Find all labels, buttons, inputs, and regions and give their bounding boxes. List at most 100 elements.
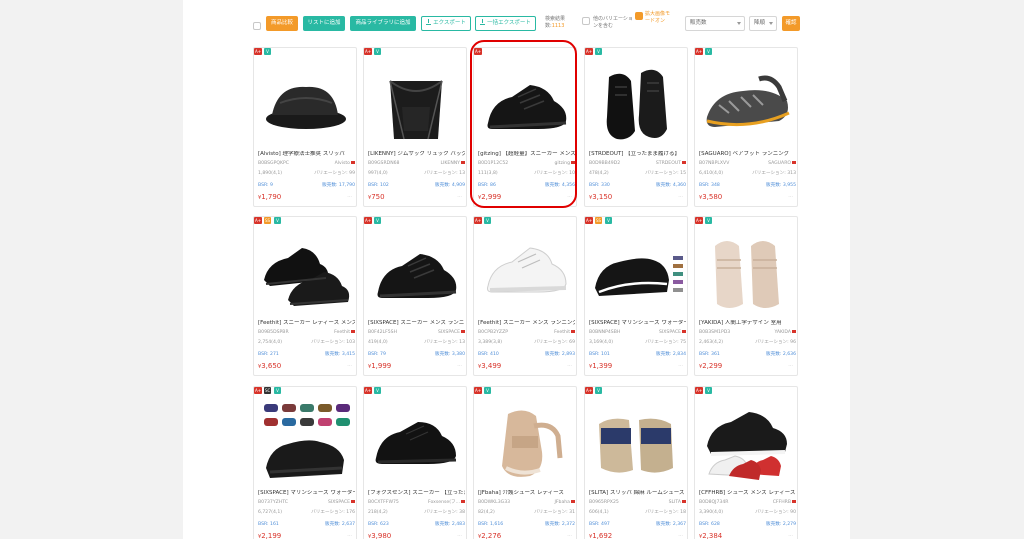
more-icon[interactable]: ··· xyxy=(678,363,683,369)
more-icon[interactable]: ··· xyxy=(788,363,793,369)
more-icon[interactable]: ··· xyxy=(567,533,572,539)
order-select[interactable]: 降順 xyxy=(749,16,777,31)
product-card[interactable]: A+ V [SAGUARO] ベアフット ランニング B07NBPLXVV SAGUAR… xyxy=(694,47,798,207)
product-title[interactable]: [Feethit] スニーカー メンズ ランニング xyxy=(478,320,575,327)
more-icon[interactable]: ··· xyxy=(347,194,352,200)
product-card[interactable]: A+ SS V [SIXSPACE] マリンシューズ ウォーター B0BNNP4SBH S… xyxy=(584,216,688,376)
product-image[interactable] xyxy=(589,396,685,486)
product-card[interactable]: A+ V [SLITA] スリッパ 綿麻 ルームシューズ B0965RPX25 SLIT… xyxy=(584,386,688,539)
product-image[interactable] xyxy=(589,226,685,316)
more-icon[interactable]: ··· xyxy=(678,194,683,200)
select-all-checkbox[interactable] xyxy=(253,22,261,30)
brand: Feethit xyxy=(334,330,350,335)
rating-row: 3,390(4,0) バリエーション: 90 xyxy=(699,509,796,516)
product-title[interactable]: [STRDEOUT] 【立ったまま履ける】 xyxy=(589,151,686,158)
product-card[interactable]: A+ V [Feethit] スニーカー メンズ ランニング B0CPB2YZZP Fe… xyxy=(473,216,577,376)
badge: SS xyxy=(264,217,272,224)
badge: SC xyxy=(264,387,272,394)
asin-row: B0CPB2YZZP Feethit xyxy=(478,329,575,336)
badge: A+ xyxy=(695,387,704,394)
product-image[interactable] xyxy=(258,226,354,316)
include-variations-checkbox[interactable] xyxy=(582,17,590,25)
price: ¥3,580 xyxy=(699,193,723,201)
product-card[interactable]: A+ V [SIXSPACE] スニーカー メンズ ランニング B0F42LF5SH S… xyxy=(363,216,467,376)
product-image[interactable] xyxy=(478,226,574,316)
price: ¥1,790 xyxy=(258,193,282,201)
product-title[interactable]: [フォクスセンス] スニーカー 【立ったまま】 xyxy=(368,490,465,497)
more-icon[interactable]: ··· xyxy=(457,533,462,539)
badge: A+ xyxy=(254,48,263,55)
product-card[interactable]: A+ V [Alvisto] 理学療法士推奨 スリッパ B0BSGPQKPC Alvis… xyxy=(253,47,357,207)
flag-icon xyxy=(682,330,686,333)
flag-icon xyxy=(792,330,796,333)
product-title[interactable]: [SIXSPACE] マリンシューズ ウォーター xyxy=(258,490,355,497)
more-icon[interactable]: ··· xyxy=(347,533,352,539)
product-title[interactable]: [Alvisto] 理学療法士推奨 スリッパ xyxy=(258,151,355,158)
product-image[interactable] xyxy=(478,396,574,486)
product-image[interactable] xyxy=(258,57,354,147)
product-image[interactable] xyxy=(699,57,795,147)
product-card[interactable]: A+V [フォクスセンス] スニーカー 【立ったまま】 B0CXTFFW75 Foxs… xyxy=(363,386,467,539)
rating: 2,754(4,0) xyxy=(258,340,283,345)
product-image[interactable] xyxy=(368,226,464,316)
flag-icon xyxy=(461,161,465,164)
brand: STRDEOUT xyxy=(655,161,681,166)
product-title[interactable]: [SIXSPACE] スニーカー メンズ ランニング xyxy=(368,320,465,327)
sort-select[interactable]: 販売数 xyxy=(685,16,745,31)
product-image[interactable] xyxy=(699,396,795,486)
product-card[interactable]: A+ V [LIKENNY] ジムサック リュック バッグ B09GSRDN68 LIK… xyxy=(363,47,467,207)
confirm-button[interactable]: 確認 xyxy=(782,16,800,31)
bulk-export-button[interactable]: 一括エクスポート xyxy=(475,16,536,31)
product-card[interactable]: A+ V [CFFHRB] シューズ メンズ レディース B0D8QJ734R CFFH… xyxy=(694,386,798,539)
compare-button[interactable]: 商品比較 xyxy=(266,16,298,31)
price: ¥2,384 xyxy=(699,532,723,539)
product-image[interactable] xyxy=(368,57,464,147)
product-title[interactable]: [SIXSPACE] マリンシューズ ウォーター xyxy=(589,320,686,327)
more-icon[interactable]: ··· xyxy=(788,533,793,539)
product-title[interactable]: [LIKENNY] ジムサック リュック バッグ xyxy=(368,151,465,158)
product-title[interactable]: [YAKIDA] 人間工学デザイン 室用 xyxy=(699,320,796,327)
product-card[interactable]: A+ V [JFbaha] 介護シューズ レディース B0DWKL3G33 JFbaha… xyxy=(473,386,577,539)
sales: 販売数: 3,415 xyxy=(325,352,355,357)
export-button[interactable]: エクスポート xyxy=(421,16,471,31)
more-icon[interactable]: ··· xyxy=(347,363,352,369)
asin: B0CXTFFW75 xyxy=(368,500,399,505)
more-icon[interactable]: ··· xyxy=(457,363,462,369)
add-to-list-button[interactable]: リストに追加 xyxy=(303,16,345,31)
more-icon[interactable]: ··· xyxy=(678,533,683,539)
expanded-image-mode-checkbox[interactable] xyxy=(635,12,643,20)
badge: V xyxy=(705,217,712,224)
product-card[interactable]: A+ SS V [Feethit] スニーカー レディース メンズ B09B5DSPBR… xyxy=(253,216,357,376)
add-to-library-button[interactable]: 商品ライブラリに追加 xyxy=(350,16,416,31)
brand: Foxsense(フ... xyxy=(428,500,460,505)
bsr: BSR: 361 xyxy=(699,352,720,357)
brand: SIXSPACE xyxy=(438,330,460,335)
more-icon[interactable]: ··· xyxy=(788,194,793,200)
asin-row: B0737YZHTC SIXSPACE xyxy=(258,499,355,506)
product-image[interactable] xyxy=(368,396,464,486)
product-title[interactable]: [JFbaha] 介護シューズ レディース xyxy=(478,490,575,497)
product-card[interactable]: A+ V [STRDEOUT] 【立ったまま履ける】 B0D9BB49D2 STRDEO… xyxy=(584,47,688,207)
product-title[interactable]: [SLITA] スリッパ 綿麻 ルームシューズ xyxy=(589,490,686,497)
variations: バリエーション: 176 xyxy=(311,510,355,515)
product-title[interactable]: [CFFHRB] シューズ メンズ レディース xyxy=(699,490,796,497)
product-image[interactable] xyxy=(258,396,354,486)
badge: SS xyxy=(595,217,603,224)
price: ¥2,276 xyxy=(478,532,502,539)
badge: V xyxy=(274,217,281,224)
bsr: BSR: 628 xyxy=(699,522,720,527)
product-image[interactable] xyxy=(699,226,795,316)
asin: B0BSGPQKPC xyxy=(258,161,289,166)
brand: Feethit xyxy=(554,330,570,335)
more-icon[interactable]: ··· xyxy=(567,363,572,369)
product-card[interactable]: A+ SC V [SIXSPACE] マリンシューズ ウォーター B0737YZHTC S… xyxy=(253,386,357,539)
product-title[interactable]: [Feethit] スニーカー レディース メンズ xyxy=(258,320,355,327)
price: ¥750 xyxy=(368,193,385,201)
asin: B09B5DSPBR xyxy=(258,330,289,335)
product-title[interactable]: [SAGUARO] ベアフット ランニング xyxy=(699,151,796,158)
rating: 82(4,2) xyxy=(478,510,495,515)
badge: V xyxy=(705,387,712,394)
product-image[interactable] xyxy=(589,57,685,147)
more-icon[interactable]: ··· xyxy=(457,194,462,200)
product-card[interactable]: A+ V [YAKIDA] 人間工学デザイン 室用 B0B3SM1PD3 YAKIDA 2… xyxy=(694,216,798,376)
